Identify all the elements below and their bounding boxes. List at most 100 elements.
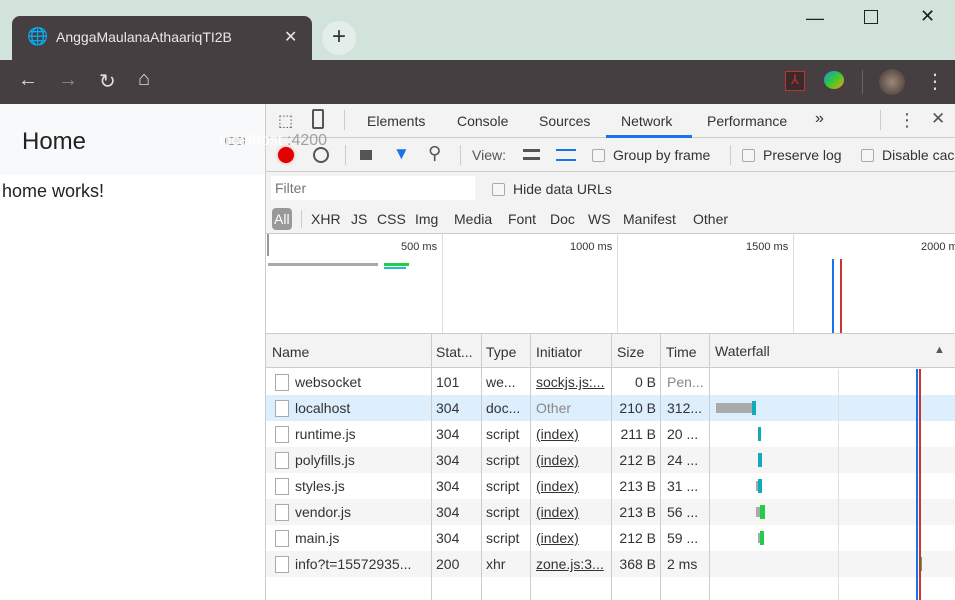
file-icon: [275, 400, 289, 417]
file-icon: [275, 426, 289, 443]
request-size: 213 B: [619, 478, 656, 494]
request-initiator[interactable]: (index): [536, 504, 579, 520]
type-filter-xhr[interactable]: XHR: [311, 211, 341, 227]
new-tab-button[interactable]: +: [322, 21, 356, 55]
column-size[interactable]: Size: [617, 344, 644, 360]
waterfall-view-icon[interactable]: [556, 149, 576, 161]
inspect-element-icon[interactable]: ⬚: [278, 111, 293, 131]
request-initiator[interactable]: (index): [536, 452, 579, 468]
column-time[interactable]: Time: [666, 344, 697, 360]
waterfall-bar: [758, 479, 762, 493]
type-filter-img[interactable]: Img: [415, 211, 438, 227]
file-icon: [275, 452, 289, 469]
request-size: 213 B: [619, 504, 656, 520]
waterfall-bar: [758, 453, 762, 467]
request-size: 0 B: [634, 374, 656, 390]
request-status: 304: [436, 504, 460, 520]
request-type: script: [486, 478, 520, 494]
request-type: we...: [486, 374, 516, 390]
sort-ascending-icon[interactable]: ▲: [934, 344, 945, 356]
maximize-button[interactable]: [864, 10, 878, 24]
tab-sources[interactable]: Sources: [539, 113, 590, 129]
device-toolbar-icon[interactable]: [312, 109, 324, 129]
request-time: 56 ...: [667, 504, 699, 520]
acrobat-extension-icon[interactable]: ⅄: [785, 71, 805, 91]
request-initiator[interactable]: (index): [536, 530, 579, 546]
request-name: localhost: [295, 400, 351, 416]
filter-input[interactable]: [271, 176, 475, 200]
request-status: 200: [436, 556, 460, 572]
forward-icon[interactable]: →: [58, 69, 78, 92]
group-by-frame-checkbox[interactable]: Group by frame: [592, 147, 710, 163]
column-name[interactable]: Name: [272, 344, 309, 360]
minimize-button[interactable]: —: [806, 8, 824, 29]
back-icon[interactable]: ←: [18, 69, 38, 92]
request-name: vendor.js: [295, 504, 352, 520]
preserve-log-checkbox[interactable]: Preserve log: [742, 147, 842, 163]
type-filter-js[interactable]: JS: [351, 211, 367, 227]
type-filter-manifest[interactable]: Manifest: [623, 211, 676, 227]
tab-network[interactable]: Network: [606, 113, 692, 138]
request-name: styles.js: [295, 478, 345, 494]
column-type[interactable]: Type: [486, 344, 516, 360]
browser-toolbar: ← → ↻ ⌂ i localhost :4200 ☆ ⅄ ⋮: [0, 60, 955, 159]
devtools-menu-icon[interactable]: ⋮: [898, 110, 916, 131]
file-icon: [275, 504, 289, 521]
capture-screenshots-icon[interactable]: [360, 150, 372, 160]
filter-icon[interactable]: ▼: [393, 144, 410, 164]
page-content: home works!: [2, 181, 105, 201]
large-rows-icon[interactable]: [523, 149, 540, 160]
reload-icon[interactable]: ↻: [99, 69, 116, 94]
request-initiator[interactable]: sockjs.js:...: [536, 374, 604, 390]
type-filter-media[interactable]: Media: [454, 211, 492, 227]
close-tab-icon[interactable]: ✕: [284, 27, 297, 47]
browser-tab[interactable]: 🌐 AnggaMaulanaAthaariqTI2B ✕: [12, 16, 312, 60]
page-viewport: Home home works!: [0, 104, 266, 600]
filter-bar: Hide data URLs All XHR JS CSS Img Media …: [266, 172, 955, 234]
menu-icon[interactable]: ⋮: [925, 69, 945, 94]
type-filter-doc[interactable]: Doc: [550, 211, 575, 227]
search-icon[interactable]: ⚲: [428, 143, 441, 164]
request-type: script: [486, 504, 520, 520]
overview-tick: 1000 ms: [570, 241, 613, 253]
request-time: 31 ...: [667, 478, 699, 494]
title-bar: 🌐 AnggaMaulanaAthaariqTI2B ✕ + — ✕: [0, 0, 955, 60]
overview-tick: 2000 ms: [921, 241, 955, 253]
request-type: script: [486, 426, 520, 442]
type-filter-other[interactable]: Other: [693, 211, 728, 227]
column-initiator[interactable]: Initiator: [536, 344, 582, 360]
disable-cache-checkbox[interactable]: Disable cache: [861, 147, 955, 163]
load-line: [840, 259, 842, 333]
close-devtools-icon[interactable]: ✕: [931, 109, 945, 129]
avatar[interactable]: [879, 69, 905, 95]
tab-console[interactable]: Console: [457, 113, 508, 129]
close-window-button[interactable]: ✕: [920, 6, 935, 27]
home-icon[interactable]: ⌂: [138, 68, 150, 91]
column-waterfall[interactable]: Waterfall: [715, 343, 770, 359]
request-size: 210 B: [619, 400, 656, 416]
column-status[interactable]: Stat...: [436, 344, 473, 360]
overview-tick: 500 ms: [401, 241, 438, 253]
request-initiator[interactable]: (index): [536, 478, 579, 494]
overview-tick: 1500 ms: [746, 241, 789, 253]
network-overview[interactable]: 500 ms 1000 ms 1500 ms 2000 ms: [266, 234, 955, 334]
type-filter-css[interactable]: CSS: [377, 211, 406, 227]
hide-data-urls-checkbox[interactable]: Hide data URLs: [492, 181, 612, 197]
tab-performance[interactable]: Performance: [707, 113, 787, 129]
type-filter-font[interactable]: Font: [508, 211, 536, 227]
waterfall-bar: [760, 505, 765, 519]
request-status: 101: [436, 374, 460, 390]
request-type: xhr: [486, 556, 506, 572]
type-filter-all[interactable]: All: [272, 208, 292, 230]
request-name: main.js: [295, 530, 340, 546]
request-name: runtime.js: [295, 426, 356, 442]
request-status: 304: [436, 426, 460, 442]
type-filter-ws[interactable]: WS: [588, 211, 611, 227]
idm-extension-icon[interactable]: [824, 71, 844, 89]
tab-elements[interactable]: Elements: [367, 113, 425, 129]
more-tabs-button[interactable]: »: [815, 110, 824, 128]
view-label: View:: [472, 147, 506, 163]
request-initiator[interactable]: zone.js:3...: [536, 556, 604, 572]
request-initiator[interactable]: (index): [536, 426, 579, 442]
network-toolbar: ▼ ⚲ View: Group by frame Preserve log Di…: [266, 138, 955, 172]
